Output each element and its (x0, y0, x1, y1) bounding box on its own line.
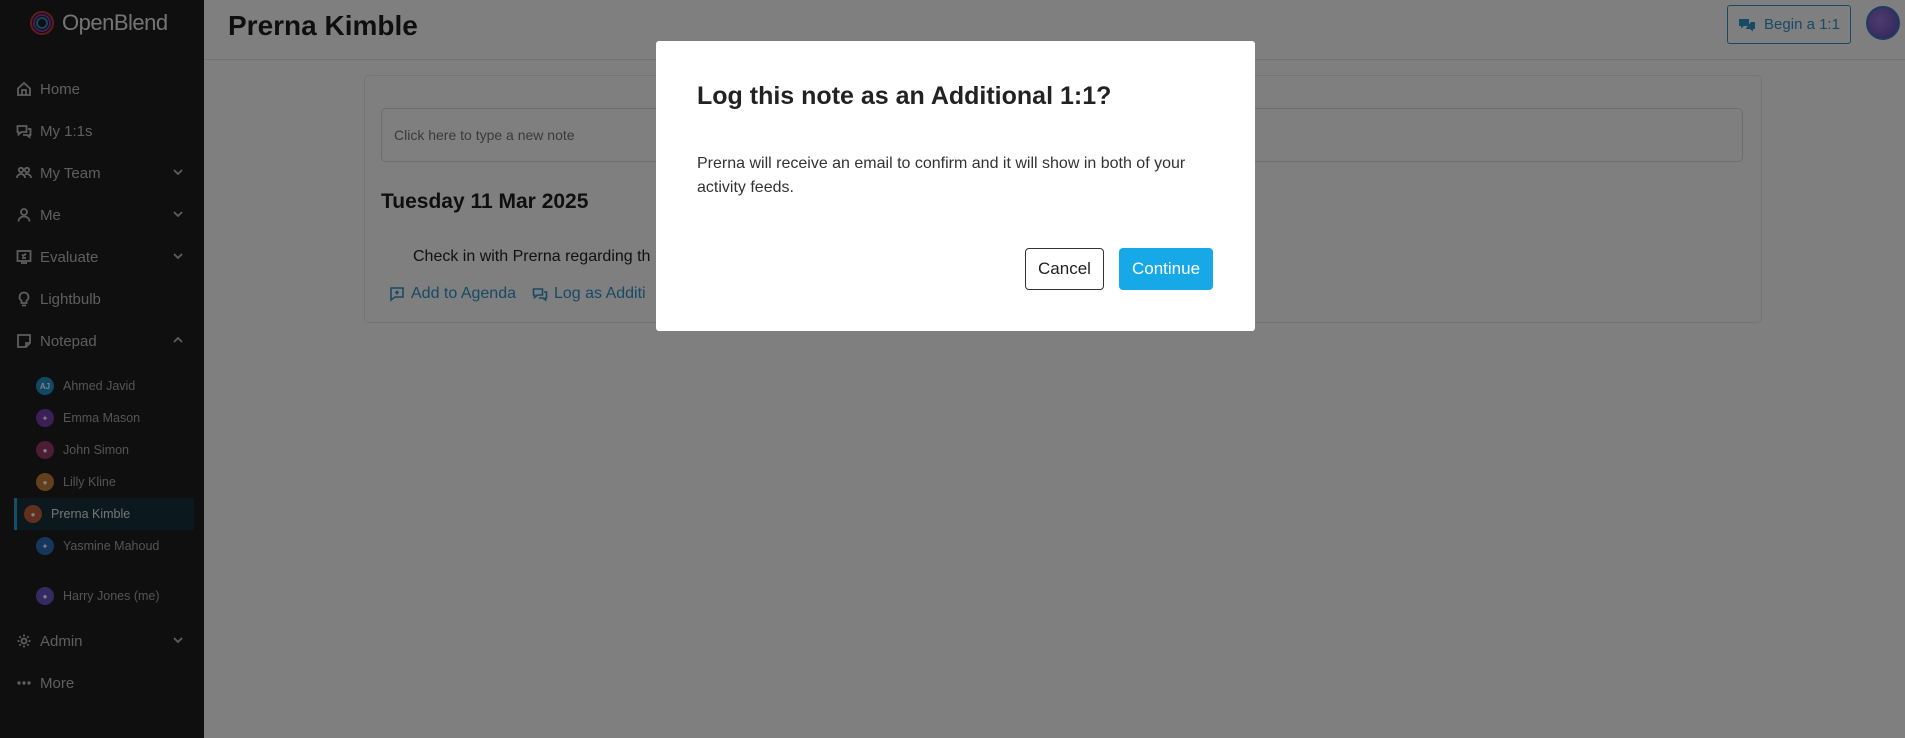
cancel-button[interactable]: Cancel (1025, 248, 1104, 290)
confirm-dialog: Log this note as an Additional 1:1? Prer… (656, 41, 1255, 331)
continue-button[interactable]: Continue (1119, 248, 1213, 290)
dialog-body: Prerna will receive an email to confirm … (697, 155, 1186, 196)
dialog-title: Log this note as an Additional 1:1? (697, 82, 1112, 110)
